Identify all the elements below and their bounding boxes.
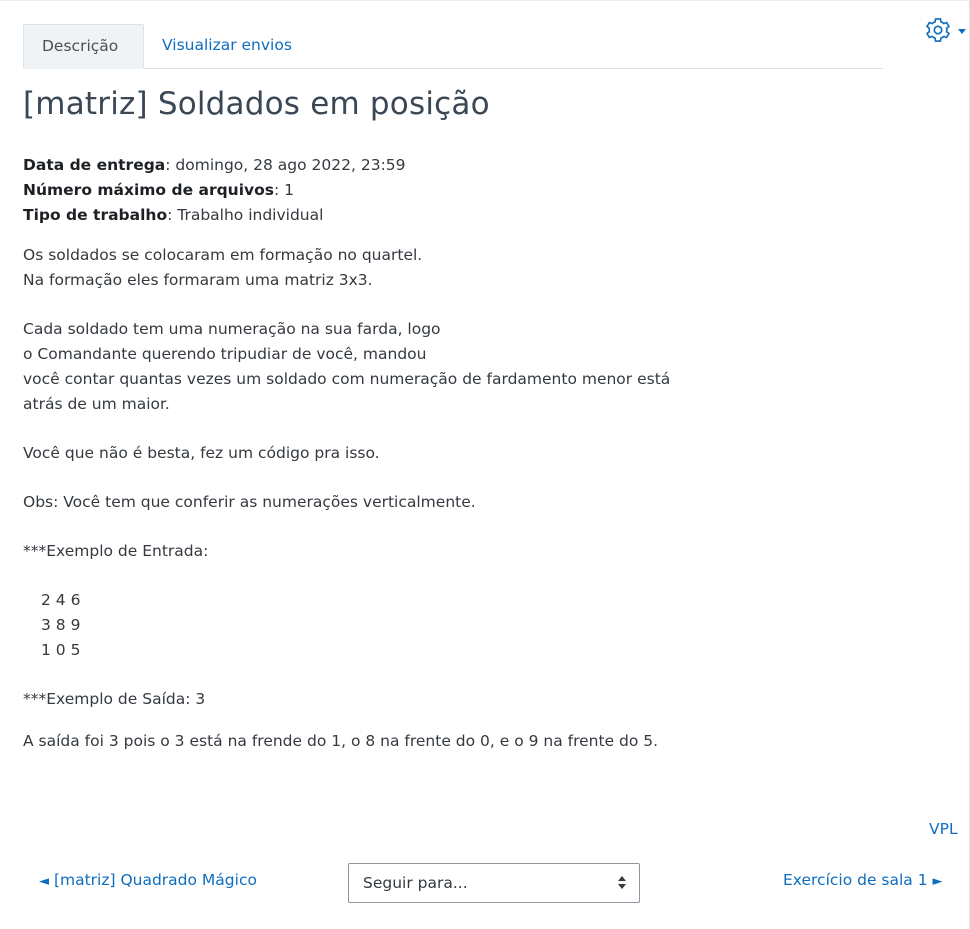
- example-output: ***Exemplo de Saída: 3: [23, 690, 206, 708]
- settings-menu-button[interactable]: [924, 16, 966, 44]
- jump-to-select[interactable]: Seguir para...: [348, 863, 640, 903]
- description-line: o Comandante querendo tripudiar de você,…: [23, 345, 427, 363]
- description-line: Você que não é besta, fez um código pra …: [23, 444, 380, 462]
- description-line: você contar quantas vezes um soldado com…: [23, 370, 671, 388]
- explanation-text: A saída foi 3 pois o 3 está na frende do…: [23, 732, 659, 750]
- work-type-row: Tipo de trabalho: Trabalho individual: [23, 203, 406, 228]
- sort-arrows-icon: [617, 876, 627, 890]
- jump-to-value: Seguir para...: [363, 874, 468, 892]
- next-activity-link[interactable]: Exercício de sala 1 ►: [783, 871, 943, 889]
- arrow-right-icon: ►: [932, 874, 943, 889]
- example-input-label: ***Exemplo de Entrada:: [23, 542, 209, 560]
- max-files-label: Número máximo de arquivos: [23, 181, 275, 199]
- max-files-value: : 1: [274, 181, 295, 199]
- due-date-value: : domingo, 28 ago 2022, 23:59: [165, 156, 406, 174]
- example-matrix: 2 4 6 3 8 9 1 0 5: [23, 588, 783, 663]
- gear-icon: [925, 18, 951, 42]
- description-line: Os soldados se colocaram em formação no …: [23, 246, 423, 264]
- tab-bar: Descrição Visualizar envios: [23, 24, 883, 69]
- description-line: Cada soldado tem uma numeração na sua fa…: [23, 320, 441, 338]
- previous-activity-label: [matriz] Quadrado Mágico: [53, 871, 257, 889]
- description-line: Na formação eles formaram uma matriz 3x3…: [23, 271, 373, 289]
- max-files-row: Número máximo de arquivos: 1: [23, 178, 406, 203]
- next-activity-label: Exercício de sala 1: [783, 871, 928, 889]
- tab-view-submissions[interactable]: Visualizar envios: [144, 24, 310, 69]
- work-type-label: Tipo de trabalho: [23, 206, 168, 224]
- caret-down-icon: [958, 28, 966, 34]
- assignment-description: Os soldados se colocaram em formação no …: [23, 243, 783, 754]
- tab-description[interactable]: Descrição: [23, 24, 144, 69]
- description-line: atrás de um maior.: [23, 395, 170, 413]
- matrix-row: 2 4 6: [41, 591, 81, 609]
- page-title: [matriz] Soldados em posição: [23, 86, 490, 122]
- previous-activity-link[interactable]: ◄ [matriz] Quadrado Mágico: [39, 871, 257, 889]
- top-border: [0, 0, 970, 1]
- description-line: Obs: Você tem que conferir as numerações…: [23, 493, 476, 511]
- due-date-label: Data de entrega: [23, 156, 166, 174]
- matrix-row: 1 0 5: [41, 641, 81, 659]
- assignment-meta: Data de entrega: domingo, 28 ago 2022, 2…: [23, 153, 406, 228]
- vpl-link[interactable]: VPL: [929, 820, 958, 838]
- arrow-left-icon: ◄: [39, 874, 49, 889]
- due-date-row: Data de entrega: domingo, 28 ago 2022, 2…: [23, 153, 406, 178]
- matrix-row: 3 8 9: [41, 616, 81, 634]
- work-type-value: : Trabalho individual: [167, 206, 324, 224]
